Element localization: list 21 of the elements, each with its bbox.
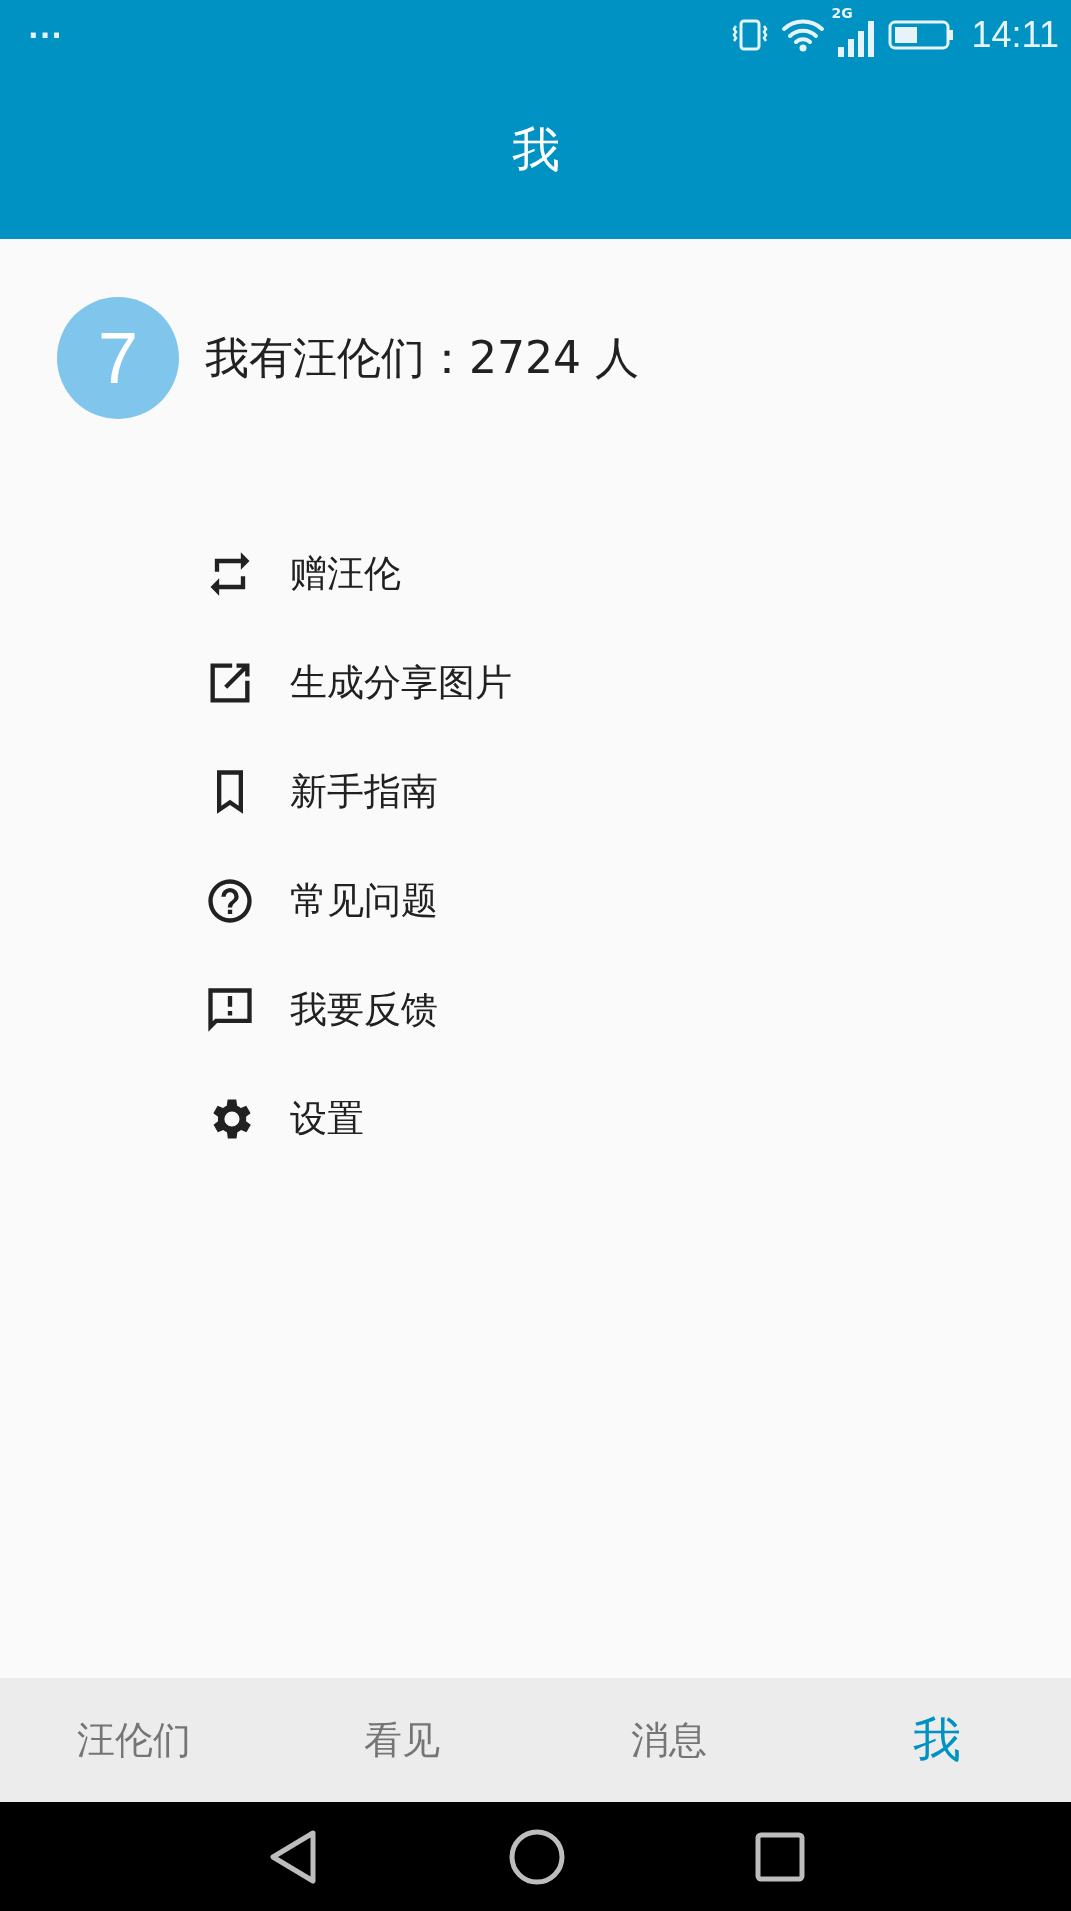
notification-dots: ··· — [28, 18, 63, 52]
recents-icon[interactable] — [754, 1831, 805, 1882]
battery-icon — [887, 19, 954, 51]
network-type: 2G — [831, 5, 853, 21]
menu-item[interactable]: 赠汪伦 — [290, 548, 401, 599]
menu-item[interactable]: 常见问题 — [290, 875, 438, 926]
menu-item[interactable]: 生成分享图片 — [290, 657, 512, 708]
signal-icon — [837, 19, 876, 57]
clock: 14:11 — [971, 14, 1059, 56]
page-title: 我 — [511, 119, 560, 179]
home-icon[interactable] — [508, 1828, 565, 1885]
tab[interactable]: 看见 — [363, 1714, 440, 1766]
tab[interactable]: 汪伦们 — [76, 1714, 191, 1766]
menu-item[interactable]: 我要反馈 — [290, 984, 438, 1035]
tab[interactable]: 消息 — [631, 1714, 708, 1766]
vibrate-icon — [731, 18, 768, 52]
menu-item[interactable]: 设置 — [290, 1093, 364, 1144]
follower-count: 我有汪伦们：2724 人 — [205, 330, 639, 385]
menu-item[interactable]: 新手指南 — [290, 766, 438, 817]
avatar: 7 — [57, 297, 179, 419]
wifi-icon — [779, 17, 826, 53]
